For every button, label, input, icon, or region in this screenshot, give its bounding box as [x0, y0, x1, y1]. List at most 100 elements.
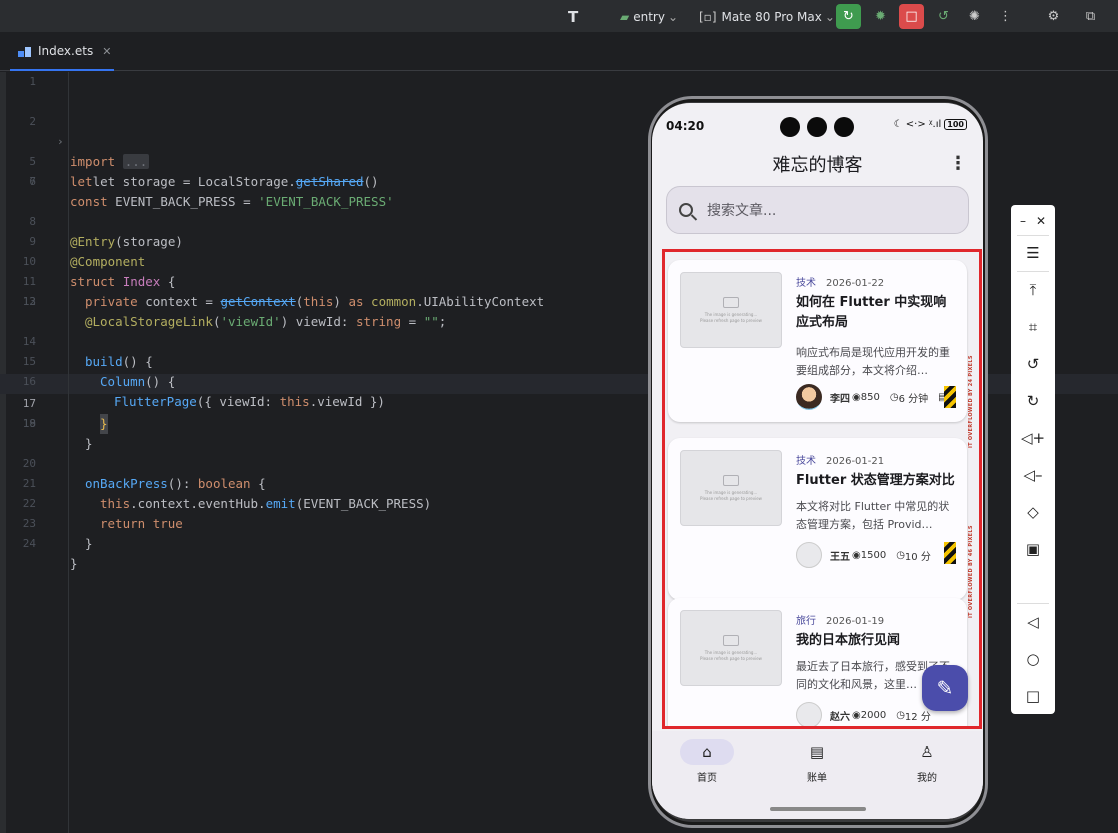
- nav-label: 账单: [807, 773, 827, 784]
- pin-top-icon[interactable]: ⤒: [1019, 276, 1047, 304]
- article-date: 2026-01-22: [826, 278, 885, 289]
- rotate-right-icon[interactable]: ↻: [1019, 387, 1047, 415]
- back-icon[interactable]: ◁: [1019, 608, 1047, 636]
- person-icon: ♙: [920, 743, 934, 761]
- read-time: 12 分: [904, 711, 931, 723]
- home-icon: ⌂: [680, 739, 734, 765]
- close-icon[interactable]: ✕: [1031, 207, 1051, 235]
- avatar: [796, 702, 822, 728]
- more-vertical-icon[interactable]: ⋮: [949, 153, 967, 174]
- phone-screen[interactable]: 04:20 ☾ <·> ᵡ.ıl 100 难忘的博客 ⋮ 搜索文章... The …: [652, 103, 983, 819]
- status-icons: ☾ <·> ᵡ.ıl 100: [894, 119, 967, 130]
- code-line: 13: [0, 292, 640, 312]
- code-line: 14 build() {: [0, 312, 640, 369]
- device-label: Mate 80 Pro Max: [721, 9, 822, 24]
- line-number: 2: [29, 115, 36, 128]
- article-tag[interactable]: 旅行: [796, 616, 816, 627]
- camera-icon: [780, 117, 800, 137]
- settings-button[interactable]: ⚙: [1041, 4, 1066, 29]
- more-vertical-icon: ⋮: [999, 9, 1012, 24]
- article-title: 如何在 Flutter 中实现响应式布局: [796, 295, 947, 330]
- recents-icon[interactable]: □: [1019, 682, 1047, 710]
- code-line: 21 this.context.eventHub.emit(EVENT_BACK…: [0, 454, 640, 511]
- minimize-icon[interactable]: –: [1013, 207, 1033, 235]
- stop-button[interactable]: □: [899, 4, 924, 29]
- thumbnail-caption: The image is generating... Please refresh…: [700, 649, 762, 661]
- nav-item-bills[interactable]: ▤ 账单: [772, 739, 862, 784]
- article-summary: 本文将对比 Flutter 中常见的状态管理方案，包括 Provid…: [796, 500, 950, 531]
- thumbnail-caption: The image is generating... Please refresh…: [700, 489, 762, 501]
- compose-fab[interactable]: ✎: [922, 665, 968, 711]
- text-tool-icon[interactable]: T: [568, 6, 578, 27]
- article-tag[interactable]: 技术: [796, 456, 816, 467]
- author-name: 李四: [830, 393, 850, 405]
- more-actions-button[interactable]: ⋮: [993, 4, 1018, 29]
- clock-icon: ◷: [889, 391, 899, 403]
- folder-icon: ⧉: [1085, 9, 1096, 24]
- line-number: 19: [22, 417, 36, 430]
- screenshot-icon[interactable]: ▣: [1019, 535, 1047, 563]
- rotate-left-icon[interactable]: ↺: [1019, 350, 1047, 378]
- code-line: 11 private context = getContext(this) as…: [0, 252, 640, 309]
- close-icon[interactable]: ✕: [102, 45, 111, 58]
- line-number: 7: [29, 175, 36, 188]
- nav-item-home[interactable]: ⌂ 首页: [662, 739, 752, 784]
- device-selector[interactable]: [▫] Mate 80 Pro Max ⌄: [699, 6, 835, 27]
- rotate-device-icon[interactable]: ◇: [1019, 498, 1047, 526]
- article-card[interactable]: The image is generating... Please refresh…: [668, 598, 967, 728]
- image-placeholder-icon: [723, 474, 739, 486]
- apply-changes-button[interactable]: ↺: [931, 4, 956, 29]
- run-config-selector[interactable]: ▰ entry ⌄: [620, 6, 678, 27]
- crop-icon[interactable]: ⌗: [1019, 313, 1047, 341]
- home-indicator[interactable]: [770, 807, 866, 811]
- code-line: 23 }: [0, 494, 640, 551]
- code-line: 22 return true: [0, 474, 640, 531]
- search-input[interactable]: 搜索文章...: [666, 186, 969, 234]
- module-icon: ▰: [620, 9, 630, 24]
- article-summary: 响应式布局是现代应用开发的重要组成部分，本文将介绍…: [796, 346, 950, 377]
- view-count: 1500: [860, 549, 887, 561]
- ets-file-icon: [18, 45, 32, 57]
- article-list[interactable]: The image is generating... Please refresh…: [662, 248, 982, 728]
- tab-index-ets[interactable]: Index.ets ✕: [10, 33, 114, 71]
- nav-label: 首页: [697, 773, 717, 784]
- divider: [1017, 271, 1049, 272]
- code-line: 17 }: [0, 374, 640, 434]
- divider: [1017, 235, 1049, 236]
- chevron-down-icon: ⌄: [824, 9, 835, 24]
- home-circle-icon[interactable]: ○: [1019, 645, 1047, 673]
- code-line: 9 @Component: [0, 212, 640, 269]
- image-placeholder-icon: [723, 296, 739, 308]
- overflow-warning-stripe: [944, 386, 956, 408]
- nav-item-profile[interactable]: ♙ 我的: [882, 739, 972, 784]
- volume-up-icon[interactable]: ◁+: [1019, 424, 1047, 452]
- pencil-icon: ✎: [936, 676, 954, 700]
- code-line: 15 Column() {: [0, 332, 640, 389]
- avatar: [796, 542, 822, 568]
- code-line: 19: [0, 414, 640, 434]
- overflow-warning-text: IT OVERFLOWED BY 24 PIXELS: [968, 355, 974, 448]
- image-placeholder-icon: [723, 634, 739, 646]
- article-card[interactable]: The image is generating... Please refresh…: [668, 260, 967, 422]
- article-footer: 李四 ◉850 ◷6 分钟 ▤8: [796, 384, 954, 410]
- bottom-navigation: ⌂ 首页 ▤ 账单 ♙ 我的: [652, 731, 983, 819]
- article-card[interactable]: The image is generating... Please refresh…: [668, 438, 967, 600]
- attach-debugger-button[interactable]: ✺: [962, 4, 987, 29]
- read-time: 6 分钟: [898, 393, 929, 405]
- menu-icon[interactable]: ☰: [1019, 239, 1047, 267]
- project-button[interactable]: ⧉: [1078, 4, 1103, 29]
- code-line: 12 @LocalStorageLink('viewId') viewId: s…: [0, 272, 640, 329]
- article-title: 我的日本旅行见闻: [796, 633, 901, 648]
- run-button[interactable]: ↻: [836, 4, 861, 29]
- run-config-label: entry: [633, 9, 665, 24]
- overflow-warning-stripe: [944, 542, 956, 564]
- debug-button[interactable]: ✹: [868, 4, 893, 29]
- article-tag[interactable]: 技术: [796, 278, 816, 289]
- emulator-control-panel: – ✕ ☰ ⤒ ⌗ ↺ ↻ ◁+ ◁– ◇ ▣ ◁ ○ □: [1011, 205, 1055, 714]
- clock-icon: ◷: [896, 709, 905, 721]
- receipt-icon: ▤: [809, 743, 825, 761]
- signal-icons: ☾ <·> ᵡ.ıl: [893, 119, 942, 130]
- tab-label: Index.ets: [38, 44, 94, 58]
- volume-down-icon[interactable]: ◁–: [1019, 461, 1047, 489]
- author-name: 王五: [830, 551, 850, 563]
